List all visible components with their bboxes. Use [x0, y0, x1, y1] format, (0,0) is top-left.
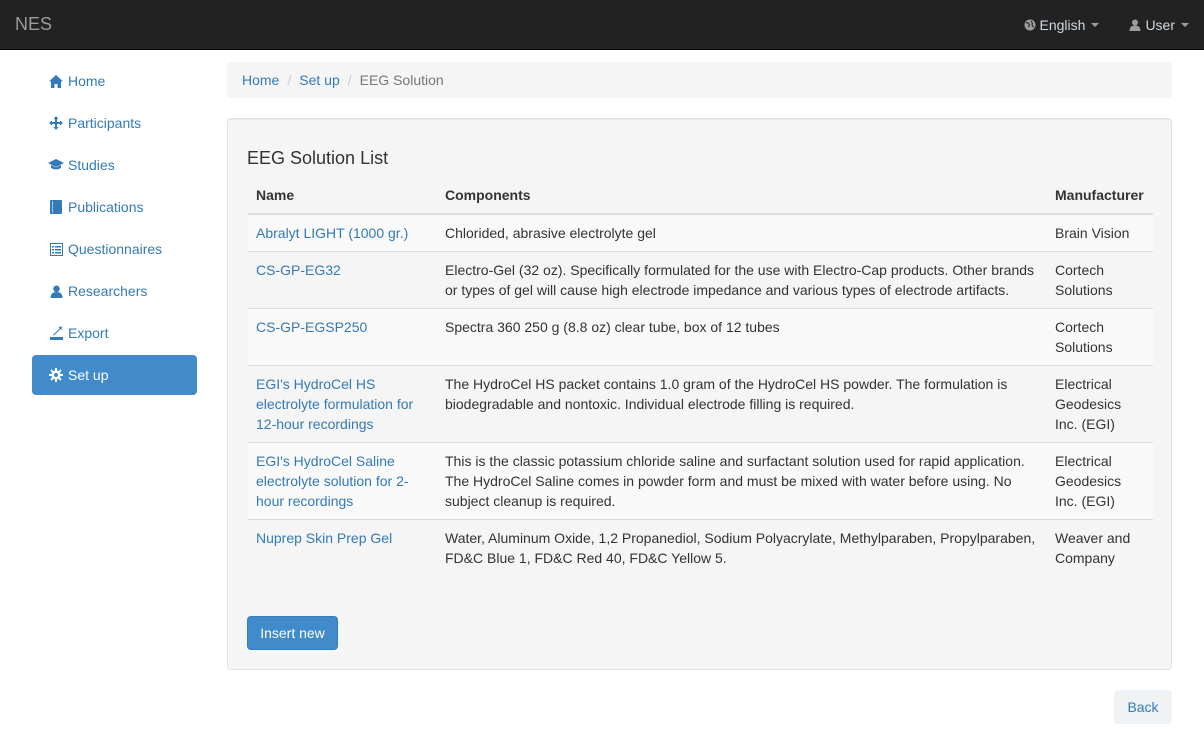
cell-name: CS-GP-EGSP250: [248, 308, 437, 366]
user-label: User: [1145, 17, 1175, 33]
sidebar-item-label: Questionnaires: [68, 241, 163, 257]
sidebar-item-participants[interactable]: Participants: [32, 103, 197, 143]
sidebar-item-publications[interactable]: Publications: [32, 187, 197, 227]
table-row: EGI's HydroCel Saline electrolyte soluti…: [248, 442, 1153, 520]
breadcrumb-separator: /: [347, 72, 352, 88]
cell-manufacturer: Cortech Solutions: [1047, 308, 1153, 366]
cell-components: Chlorided, abrasive electrolyte gel: [437, 213, 1047, 252]
cell-manufacturer: Electrical Geodesics Inc. (EGI): [1047, 442, 1153, 520]
solution-link[interactable]: EGI's HydroCel Saline electrolyte soluti…: [256, 453, 409, 509]
caret-down-icon: [1181, 23, 1189, 27]
cell-manufacturer: Brain Vision: [1047, 213, 1153, 252]
solution-link[interactable]: CS-GP-EGSP250: [256, 319, 367, 335]
table-row: Abralyt LIGHT (1000 gr.) Chlorided, abra…: [248, 213, 1153, 252]
cell-manufacturer: Cortech Solutions: [1047, 251, 1153, 309]
cell-name: Abralyt LIGHT (1000 gr.): [248, 213, 437, 252]
export-icon: [47, 326, 65, 340]
header-components: Components: [437, 176, 1047, 215]
cell-manufacturer: Electrical Geodesics Inc. (EGI): [1047, 365, 1153, 443]
sidebar-item-label: Participants: [68, 115, 142, 131]
sidebar-nav: Home Participants Studies Publications Q…: [32, 61, 197, 397]
top-navbar: NES English User: [0, 0, 1204, 50]
book-icon: [47, 200, 65, 214]
sidebar-item-label: Home: [68, 73, 106, 89]
cell-components: Electro-Gel (32 oz). Specifically formul…: [437, 251, 1047, 309]
table-row: CS-GP-EGSP250 Spectra 360 250 g (8.8 oz)…: [248, 308, 1153, 366]
navbar-right: English User: [1009, 0, 1204, 50]
sidebar-item-questionnaires[interactable]: Questionnaires: [32, 229, 197, 269]
panel-title: EEG Solution List: [247, 148, 389, 168]
sidebar-item-label: Researchers: [68, 283, 148, 299]
user-icon: [1129, 19, 1141, 31]
sidebar-item-researchers[interactable]: Researchers: [32, 271, 197, 311]
breadcrumb: Home / Set up / EEG Solution: [227, 62, 1172, 98]
sidebar-item-studies[interactable]: Studies: [32, 145, 197, 185]
solution-link[interactable]: EGI's HydroCel HS electrolyte formulatio…: [256, 376, 413, 432]
education-icon: [47, 159, 65, 171]
globe-icon: [1024, 19, 1036, 31]
cell-name: CS-GP-EG32: [248, 251, 437, 309]
header-name: Name: [248, 176, 437, 215]
solution-link[interactable]: Abralyt LIGHT (1000 gr.): [256, 225, 408, 241]
header-manufacturer: Manufacturer: [1047, 176, 1153, 215]
home-icon: [47, 74, 65, 88]
brand-link[interactable]: NES: [15, 14, 52, 34]
cell-name: Nuprep Skin Prep Gel: [248, 519, 437, 576]
cell-components: This is the classic potassium chloride s…: [437, 442, 1047, 520]
solution-link[interactable]: Nuprep Skin Prep Gel: [256, 530, 392, 546]
table-row: EGI's HydroCel HS electrolyte formulatio…: [248, 365, 1153, 443]
user-dropdown[interactable]: User: [1114, 0, 1204, 50]
table-header-row: Name Components Manufacturer: [248, 176, 1153, 215]
sidebar-item-label: Set up: [68, 367, 109, 383]
back-button[interactable]: Back: [1114, 690, 1172, 724]
solution-table: Name Components Manufacturer Abralyt LIG…: [248, 176, 1153, 576]
language-dropdown[interactable]: English: [1009, 0, 1115, 50]
sidebar-item-home[interactable]: Home: [32, 61, 197, 101]
move-icon: [47, 116, 65, 130]
cell-name: EGI's HydroCel Saline electrolyte soluti…: [248, 442, 437, 520]
sidebar-item-label: Export: [68, 325, 109, 341]
caret-down-icon: [1091, 23, 1100, 27]
table-row: Nuprep Skin Prep Gel Water, Aluminum Oxi…: [248, 519, 1153, 576]
table-row: CS-GP-EG32 Electro-Gel (32 oz). Specific…: [248, 251, 1153, 309]
cell-manufacturer: Weaver and Company: [1047, 519, 1153, 576]
language-label: English: [1039, 17, 1086, 33]
breadcrumb-current: EEG Solution: [359, 72, 444, 88]
solution-link[interactable]: CS-GP-EG32: [256, 262, 341, 278]
cog-icon: [47, 368, 65, 382]
cell-components: The HydroCel HS packet contains 1.0 gram…: [437, 365, 1047, 443]
sidebar-item-label: Studies: [68, 157, 115, 173]
sidebar-item-export[interactable]: Export: [32, 313, 197, 353]
list-alt-icon: [47, 242, 65, 256]
solution-list-panel: EEG Solution List Name Components Manufa…: [227, 118, 1172, 670]
user-icon: [47, 285, 65, 298]
cell-components: Water, Aluminum Oxide, 1,2 Propanediol, …: [437, 519, 1047, 576]
insert-new-button[interactable]: Insert new: [247, 616, 338, 650]
breadcrumb-setup[interactable]: Set up: [299, 72, 339, 88]
cell-name: EGI's HydroCel HS electrolyte formulatio…: [248, 365, 437, 443]
breadcrumb-separator: /: [287, 72, 292, 88]
breadcrumb-home[interactable]: Home: [242, 72, 279, 88]
cell-components: Spectra 360 250 g (8.8 oz) clear tube, b…: [437, 308, 1047, 366]
sidebar-item-label: Publications: [68, 199, 144, 215]
sidebar-item-setup[interactable]: Set up: [32, 355, 197, 395]
